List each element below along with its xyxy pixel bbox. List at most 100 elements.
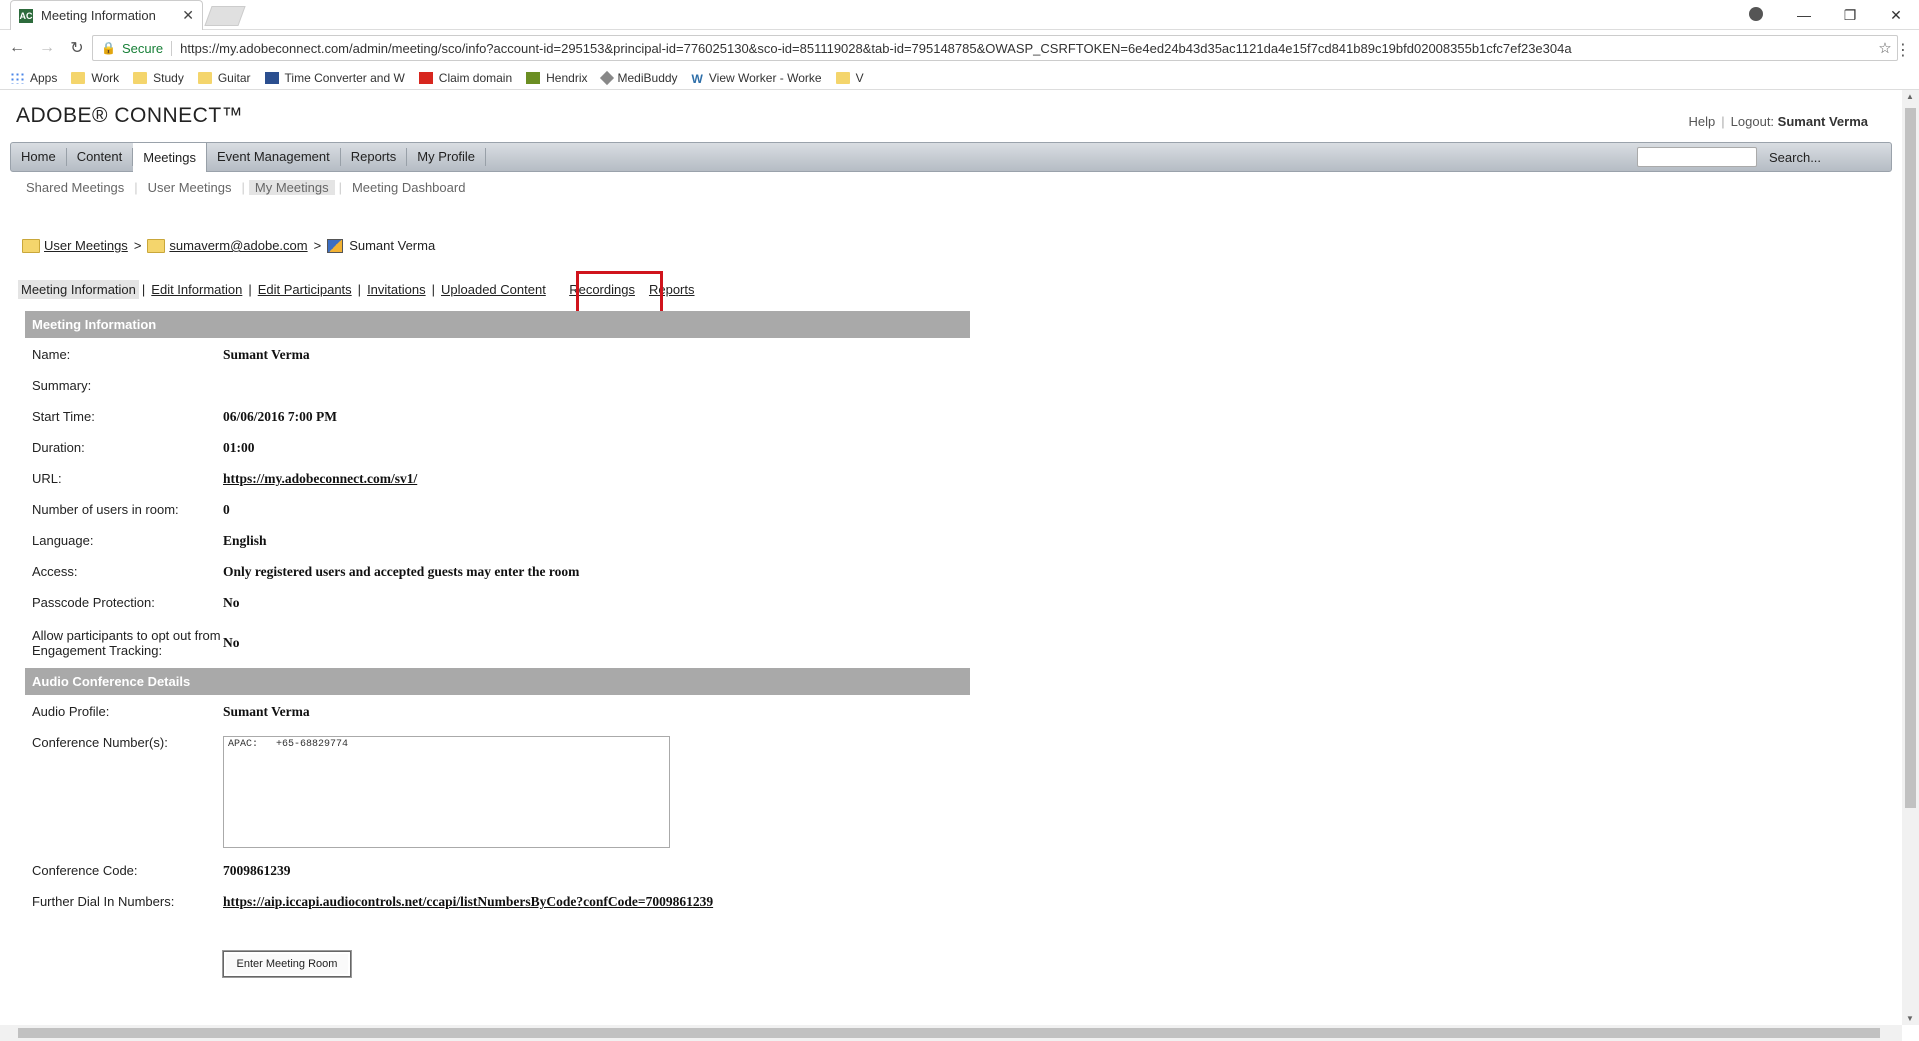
- time-converter-icon: [264, 71, 279, 84]
- nav-my-profile[interactable]: My Profile: [407, 148, 487, 166]
- info-row-name: Name: Sumant Verma: [32, 347, 310, 362]
- tab-uploaded-content[interactable]: Uploaded Content: [438, 280, 549, 299]
- reload-icon[interactable]: ↻: [64, 38, 90, 58]
- page-content: ADOBE® CONNECT™ Help | Logout: Sumant Verm…: [0, 90, 1900, 1025]
- minimize-icon[interactable]: —: [1781, 7, 1827, 23]
- subnav-my-meetings[interactable]: My Meetings: [248, 180, 335, 195]
- info-row-access: Access: Only registered users and accepte…: [32, 564, 580, 579]
- back-arrow-icon[interactable]: ←: [4, 39, 30, 57]
- tab-edit-participants[interactable]: Edit Participants: [255, 280, 355, 299]
- hendrix-icon: [526, 71, 541, 84]
- meeting-info-header: Meeting Information: [25, 311, 970, 338]
- logout-link[interactable]: Logout:: [1731, 114, 1774, 129]
- folder-icon: [835, 71, 850, 84]
- window-controls: — ❐ ✕: [1781, 0, 1919, 30]
- sub-nav: Shared Meetings | User Meetings | My Meeti…: [20, 180, 471, 195]
- search-input[interactable]: [1637, 147, 1757, 167]
- audio-conference-header: Audio Conference Details: [25, 668, 970, 695]
- info-row-start-time: Start Time: 06/06/2016 7:00 PM: [32, 409, 337, 424]
- secure-label: Secure: [122, 40, 173, 56]
- folder-icon: [71, 71, 86, 84]
- meeting-url-link[interactable]: https://my.adobeconnect.com/sv1/: [223, 471, 417, 487]
- user-name: Sumant Verma: [1777, 114, 1868, 129]
- profile-icon[interactable]: [1749, 7, 1763, 21]
- apps-grid-icon: [10, 71, 24, 84]
- bookmark-medibuddy[interactable]: MediBuddy: [599, 70, 678, 85]
- conference-numbers-textarea[interactable]: APAC: +65-68829774: [223, 736, 670, 848]
- breadcrumb-user-meetings[interactable]: User Meetings: [44, 238, 128, 253]
- address-bar: ← → ↻ 🔒 Secure https://my.adobeconnect.c…: [0, 30, 1919, 66]
- main-nav: Home Content Meetings Event Management R…: [10, 142, 1892, 172]
- folder-icon: [133, 71, 148, 84]
- tab-edit-information[interactable]: Edit Information: [148, 280, 245, 299]
- help-link[interactable]: Help: [1689, 114, 1716, 129]
- bookmark-work[interactable]: Work: [71, 71, 119, 85]
- folder-icon: [22, 238, 40, 253]
- close-tab-icon[interactable]: ✕: [182, 7, 194, 24]
- breadcrumb: User Meetings > sumaverm@adobe.com > Sum…: [22, 238, 435, 253]
- nav-home[interactable]: Home: [11, 148, 67, 166]
- url-input[interactable]: 🔒 Secure https://my.adobeconnect.com/adm…: [92, 35, 1898, 61]
- bookmark-guitar[interactable]: Guitar: [197, 71, 251, 85]
- horizontal-scrollbar[interactable]: [0, 1025, 1902, 1041]
- breadcrumb-current-meeting: Sumant Verma: [349, 238, 436, 253]
- adobe-connect-logo: ADOBE® CONNECT™: [16, 104, 244, 127]
- nav-meetings[interactable]: Meetings: [133, 142, 207, 172]
- nav-event-management[interactable]: Event Management: [207, 148, 341, 166]
- url-text: https://my.adobeconnect.com/admin/meetin…: [180, 40, 1572, 56]
- bookmark-claim-domain[interactable]: Claim domain: [418, 71, 512, 85]
- info-row-engagement: Allow participants to opt out from Engag…: [32, 628, 240, 658]
- tab-invitations[interactable]: Invitations: [364, 280, 429, 299]
- lock-icon: 🔒: [101, 41, 116, 55]
- info-row-users: Number of users in room: 0: [32, 502, 230, 517]
- nav-content[interactable]: Content: [67, 148, 134, 166]
- subnav-shared-meetings[interactable]: Shared Meetings: [20, 180, 130, 195]
- browser-tab[interactable]: AC Meeting Information ✕: [10, 0, 203, 30]
- folder-icon: [147, 238, 166, 253]
- adobe-connect-favicon-icon: AC: [19, 8, 33, 23]
- bookmark-apps[interactable]: Apps: [10, 71, 57, 85]
- bookmark-star-icon[interactable]: ☆: [1873, 39, 1897, 57]
- browser-tabbar: AC Meeting Information ✕ — ❐ ✕: [0, 0, 1919, 30]
- forward-arrow-icon[interactable]: →: [34, 39, 60, 57]
- bookmark-view-worker[interactable]: W View Worker - Worke: [691, 71, 822, 86]
- info-row-passcode: Passcode Protection: No: [32, 595, 240, 610]
- bookmark-v[interactable]: V: [835, 71, 864, 85]
- adobe-icon: [418, 71, 433, 84]
- workday-icon: W: [691, 71, 703, 86]
- top-links: Help | Logout: Sumant Verma: [1688, 114, 1868, 129]
- enter-meeting-room-button[interactable]: Enter Meeting Room: [223, 951, 351, 977]
- info-row-summary: Summary:: [32, 378, 92, 393]
- scroll-up-icon[interactable]: ▲: [1906, 92, 1914, 101]
- dial-in-numbers-link[interactable]: https://aip.iccapi.audiocontrols.net/cca…: [223, 894, 713, 910]
- bookmark-study[interactable]: Study: [133, 71, 184, 85]
- bookmark-time-converter[interactable]: Time Converter and W: [264, 71, 405, 85]
- info-row-language: Language: English: [32, 533, 267, 548]
- horizontal-scroll-thumb[interactable]: [18, 1028, 1880, 1038]
- breadcrumb-user-folder[interactable]: sumaverm@adobe.com: [169, 238, 307, 253]
- nav-reports[interactable]: Reports: [341, 148, 408, 166]
- folder-icon: [197, 71, 212, 84]
- search-area: Search...: [1637, 146, 1885, 168]
- restore-icon[interactable]: ❐: [1827, 7, 1873, 24]
- audio-row-dial: Further Dial In Numbers: https://aip.icca…: [32, 894, 714, 910]
- info-row-url: URL: https://my.adobeconnect.com/sv1/: [32, 471, 418, 487]
- search-button[interactable]: Search...: [1769, 150, 1821, 165]
- subnav-user-meetings[interactable]: User Meetings: [142, 180, 238, 195]
- medibuddy-icon: [599, 70, 614, 85]
- close-window-icon[interactable]: ✕: [1873, 7, 1919, 24]
- meeting-room-icon: [327, 238, 344, 253]
- audio-row-profile: Audio Profile: Sumant Verma: [32, 704, 310, 719]
- vertical-scroll-thumb[interactable]: [1905, 108, 1916, 808]
- tab-title: Meeting Information: [41, 8, 156, 23]
- bookmark-hendrix[interactable]: Hendrix: [526, 71, 588, 85]
- vertical-scrollbar[interactable]: ▲ ▼: [1902, 90, 1919, 1025]
- new-tab-button[interactable]: [204, 6, 246, 26]
- browser-menu-icon[interactable]: ⋮: [1895, 40, 1911, 60]
- info-row-duration: Duration: 01:00: [32, 440, 255, 455]
- bookmarks-bar: Apps Work Study Guitar Time Converter an…: [0, 66, 1919, 90]
- audio-row-code: Conference Code: 7009861239: [32, 863, 291, 878]
- subnav-meeting-dashboard[interactable]: Meeting Dashboard: [346, 180, 471, 195]
- tab-meeting-information[interactable]: Meeting Information: [18, 280, 139, 299]
- scroll-down-icon[interactable]: ▼: [1906, 1014, 1914, 1023]
